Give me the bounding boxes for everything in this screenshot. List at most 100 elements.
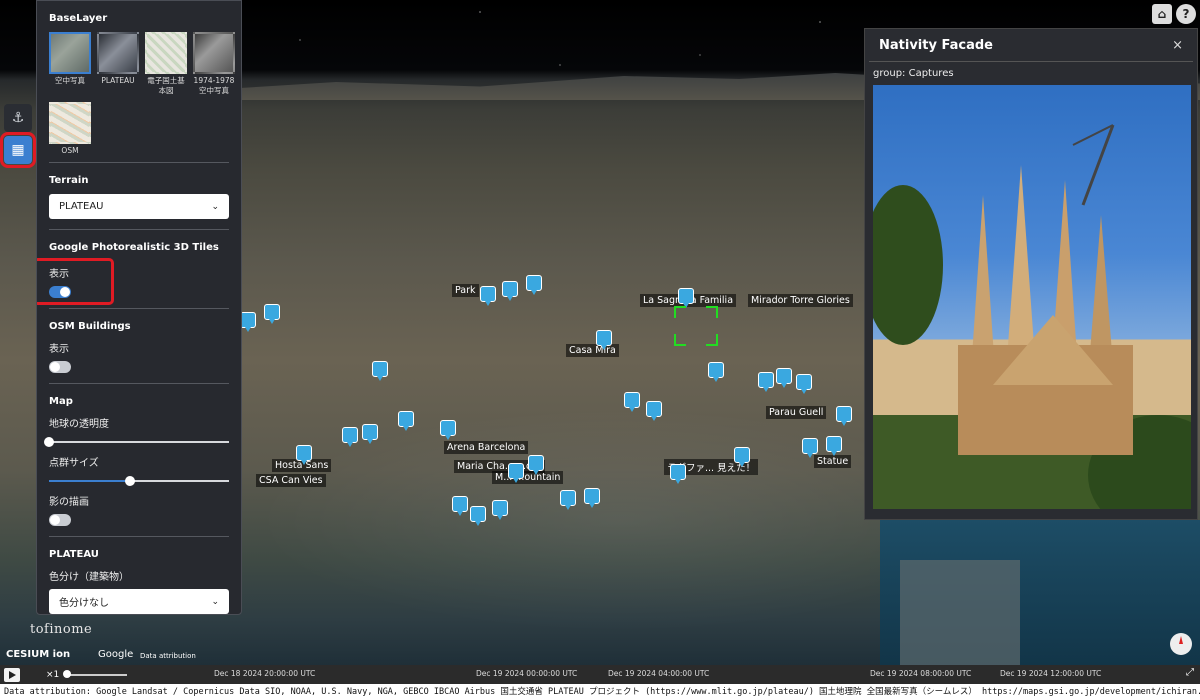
camera-pin-icon[interactable] xyxy=(264,304,280,324)
camera-pin-icon[interactable] xyxy=(342,427,358,447)
google-3d-toggle[interactable] xyxy=(49,286,71,298)
section-title-terrain: Terrain xyxy=(49,175,89,186)
timeline-bar[interactable]: ×1 Dec 18 2024 20:00:00 UTC Dec 19 2024 … xyxy=(0,665,1200,684)
baselayer-option-aerial[interactable]: 空中写真 xyxy=(49,32,91,96)
camera-pin-icon[interactable] xyxy=(826,436,842,456)
camera-pin-icon[interactable] xyxy=(646,401,662,421)
baselayer-option-label: 電子国土基本図 xyxy=(147,76,185,95)
section-title-google-3d-tiles: Google Photorealistic 3D Tiles xyxy=(49,242,219,253)
terrain-select-value: PLATEAU xyxy=(59,201,104,212)
baselayer-option-plateau[interactable]: PLATEAU xyxy=(97,32,139,96)
map-label[interactable]: CSA Can Vies xyxy=(256,474,326,487)
camera-pin-icon[interactable] xyxy=(240,312,256,332)
map-label[interactable]: Statue xyxy=(814,455,852,468)
camera-pin-icon[interactable] xyxy=(584,488,600,508)
map-label[interactable]: Casa Mira xyxy=(566,344,619,357)
terrain-select[interactable]: PLATEAU ⌄ xyxy=(49,194,229,219)
speed-slider[interactable] xyxy=(63,669,128,678)
camera-pin-icon[interactable] xyxy=(802,438,818,458)
help-icon[interactable]: ? xyxy=(1176,4,1196,24)
camera-pin-icon[interactable] xyxy=(624,392,640,412)
baselayer-option-label: 空中写真 xyxy=(55,76,85,85)
anchor-icon[interactable]: ⚓ xyxy=(4,104,32,132)
chevron-down-icon: ⌄ xyxy=(211,201,219,212)
map-label[interactable]: Park xyxy=(452,284,479,297)
baselayer-option-old-aerial[interactable]: 1974-1978空中写真 xyxy=(193,32,235,96)
camera-pin-icon[interactable] xyxy=(492,500,508,520)
timeline-tick: Dec 19 2024 04:00:00 UTC xyxy=(608,669,710,678)
map-layers-icon[interactable]: ▦ xyxy=(0,132,36,168)
baselayer-option-label: 1974-1978空中写真 xyxy=(193,76,235,95)
chevron-down-icon: ⌄ xyxy=(211,596,219,607)
close-icon[interactable]: × xyxy=(1172,38,1183,53)
earth-transparency-slider[interactable] xyxy=(44,436,229,448)
point-size-label: 点群サイズ xyxy=(49,458,99,469)
camera-pin-icon[interactable] xyxy=(734,447,750,467)
google-3d-toggle-group: 表示 xyxy=(37,258,114,305)
camera-pin-icon[interactable] xyxy=(372,361,388,381)
camera-pin-icon[interactable] xyxy=(502,281,518,301)
camera-pin-icon[interactable] xyxy=(452,496,468,516)
play-icon[interactable] xyxy=(4,667,20,682)
map-label[interactable]: Arena Barcelona xyxy=(444,441,529,454)
map-label[interactable]: Parau Guell xyxy=(766,406,827,419)
camera-pin-icon[interactable] xyxy=(836,406,852,426)
camera-pin-icon[interactable] xyxy=(508,463,524,483)
google-logo: Google xyxy=(98,649,134,660)
camera-pin-icon[interactable] xyxy=(398,411,414,431)
camera-pin-icon[interactable] xyxy=(758,372,774,392)
data-attribution-link[interactable]: Data attribution xyxy=(140,652,196,660)
map-label[interactable]: M... ...ountain xyxy=(492,471,564,484)
section-title-map: Map xyxy=(49,396,73,407)
baselayer-thumbnail xyxy=(145,32,187,74)
shadow-toggle-label: 影の描画 xyxy=(49,497,89,508)
camera-pin-icon[interactable] xyxy=(528,455,544,475)
cesium-logo[interactable]: CESIUM ion xyxy=(6,649,70,660)
camera-pin-icon[interactable] xyxy=(670,464,686,484)
timeline-ticks: Dec 18 2024 20:00:00 UTC Dec 19 2024 00:… xyxy=(130,665,1190,684)
camera-pin-icon[interactable] xyxy=(296,445,312,465)
camera-pin-icon[interactable] xyxy=(596,330,612,350)
home-icon[interactable]: ⌂ xyxy=(1152,4,1172,24)
camera-pin-icon[interactable] xyxy=(440,420,456,440)
slider-handle[interactable] xyxy=(44,437,54,447)
section-title-plateau: PLATEAU xyxy=(49,549,99,560)
left-toolbar: ⚓ ▦ xyxy=(0,104,36,168)
earth-transparency-label: 地球の透明度 xyxy=(49,419,109,430)
slider-handle[interactable] xyxy=(125,476,135,486)
camera-pin-icon[interactable] xyxy=(708,362,724,382)
fullscreen-icon[interactable]: ⤢ xyxy=(1186,667,1194,678)
camera-pin-icon[interactable] xyxy=(678,288,694,308)
point-size-slider[interactable] xyxy=(49,475,229,487)
timeline-tick: Dec 18 2024 20:00:00 UTC xyxy=(214,669,316,678)
baselayer-options: 空中写真 PLATEAU 電子国土基本図 1974-1978空中写真 OSM xyxy=(49,32,235,156)
map-label[interactable]: Mirador Torre Glories xyxy=(748,294,853,307)
playback-speed: ×1 xyxy=(46,669,60,680)
baselayer-option-label: PLATEAU xyxy=(101,76,135,85)
camera-pin-icon[interactable] xyxy=(480,286,496,306)
baselayer-option-osm[interactable]: OSM xyxy=(49,102,91,156)
camera-pin-icon[interactable] xyxy=(526,275,542,295)
camera-pin-icon[interactable] xyxy=(362,424,378,444)
info-panel-header: Nativity Facade × xyxy=(869,29,1193,62)
shadow-toggle[interactable] xyxy=(49,514,71,526)
captured-photo xyxy=(873,85,1191,509)
baselayer-option-gsi[interactable]: 電子国土基本図 xyxy=(145,32,187,96)
layer-settings-panel: BaseLayer 空中写真 PLATEAU 電子国土基本図 1974-1978… xyxy=(36,0,242,615)
data-attribution-bar: Data attribution: Google Landsat / Coper… xyxy=(0,684,1200,700)
osm-buildings-toggle-label: 表示 xyxy=(49,344,69,355)
osm-buildings-toggle[interactable] xyxy=(49,361,71,373)
section-title-osm-buildings: OSM Buildings xyxy=(49,321,131,332)
section-title-baselayer: BaseLayer xyxy=(49,13,108,24)
camera-pin-icon[interactable] xyxy=(470,506,486,526)
divider xyxy=(49,383,229,384)
compass-icon[interactable] xyxy=(1170,633,1192,655)
selection-target-frame xyxy=(674,306,718,346)
baselayer-thumbnail xyxy=(49,32,91,74)
camera-pin-icon[interactable] xyxy=(776,368,792,388)
building-coloring-select[interactable]: 色分けなし ⌄ xyxy=(49,589,229,614)
camera-pin-icon[interactable] xyxy=(560,490,576,510)
port-area xyxy=(900,560,1020,665)
info-panel: Nativity Facade × group: Captures xyxy=(864,28,1198,520)
camera-pin-icon[interactable] xyxy=(796,374,812,394)
